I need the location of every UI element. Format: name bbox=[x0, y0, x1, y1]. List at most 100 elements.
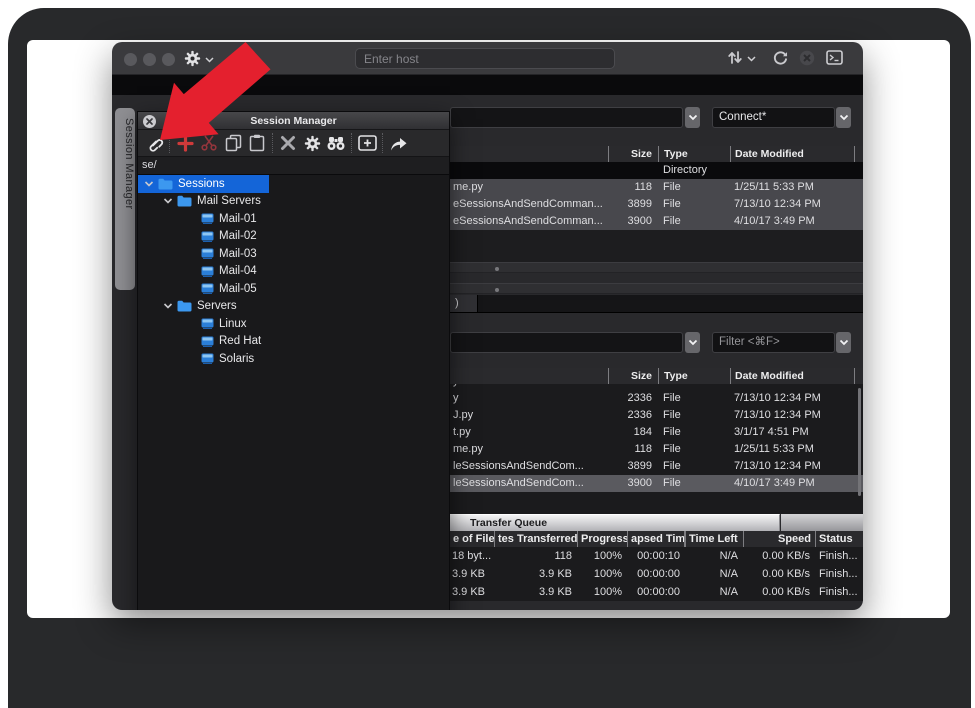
column-header-row[interactable]: SizeTypeDate Modified bbox=[450, 146, 863, 162]
transfer-row[interactable]: 3.9 KB3.9 KB100%00:00:00N/A0.00 KB/sFini… bbox=[450, 583, 863, 601]
file-row[interactable]: J.py2336File7/13/10 12:34 PM bbox=[450, 407, 863, 424]
chevron-expanded-icon[interactable] bbox=[163, 196, 173, 206]
session-tree-item-mail-03[interactable]: Mail-03 bbox=[138, 245, 449, 263]
session-tree-label: Mail-05 bbox=[219, 283, 257, 295]
cell: 4/10/17 3:49 PM bbox=[730, 475, 855, 492]
toolbar-delete-x-button[interactable] bbox=[276, 132, 300, 154]
toolbar-properties-gear-button[interactable] bbox=[300, 132, 324, 154]
file-row[interactable]: Directory bbox=[450, 162, 863, 179]
session-tree-item-linux[interactable]: Linux bbox=[138, 315, 449, 333]
column-header-row[interactable]: e of Filetes TransferredProgressapsed Ti… bbox=[450, 531, 863, 547]
session-tree-item-mail-02[interactable]: Mail-02 bbox=[138, 228, 449, 246]
traffic-light-minimize[interactable] bbox=[143, 53, 156, 66]
cell: N/A bbox=[685, 583, 743, 601]
local-path-input[interactable] bbox=[450, 332, 683, 353]
folder-icon bbox=[177, 195, 192, 207]
toolbar-connect-link-button[interactable] bbox=[142, 132, 166, 154]
file-row[interactable]: t.py184File3/1/17 4:51 PM bbox=[450, 424, 863, 441]
local-path-dropdown-button[interactable] bbox=[685, 332, 700, 353]
splitter-handle[interactable] bbox=[450, 283, 863, 294]
connect-dropdown-button[interactable] bbox=[836, 107, 851, 128]
cell: Finish... bbox=[815, 583, 863, 601]
transfer-button[interactable] bbox=[727, 50, 756, 68]
disconnect-button[interactable] bbox=[799, 50, 815, 69]
cell: eSessionsAndSendComman... bbox=[450, 213, 608, 230]
device-screen: Connect* SizeTypeDate Modified Directory… bbox=[27, 40, 950, 618]
toolbar-new-folder-button[interactable] bbox=[355, 132, 379, 154]
session-tree-item-red-hat[interactable]: Red Hat bbox=[138, 333, 449, 351]
cell: 3899 bbox=[608, 458, 658, 475]
transfer-queue-tab[interactable]: Transfer Queue bbox=[450, 514, 780, 531]
refresh-button[interactable] bbox=[772, 50, 789, 70]
cell: Speed bbox=[743, 531, 815, 547]
cell: 100% bbox=[577, 547, 627, 565]
session-filter-input[interactable]: se/ bbox=[138, 157, 449, 175]
terminal-icon bbox=[826, 50, 843, 68]
session-tree-item-servers[interactable]: Servers bbox=[138, 298, 449, 316]
toolbar-find-binoculars-button[interactable] bbox=[324, 132, 348, 154]
cell: Size bbox=[608, 368, 658, 384]
session-icon bbox=[201, 283, 214, 294]
filter-dropdown-button[interactable] bbox=[836, 332, 851, 353]
transfer-row[interactable]: 18 byt...118100%00:00:10N/A0.00 KB/sFini… bbox=[450, 547, 863, 565]
file-row[interactable]: y2336File7/13/10 12:34 PM bbox=[450, 390, 863, 407]
cell: 100% bbox=[577, 565, 627, 583]
file-row[interactable]: eSessionsAndSendComman...3900File4/10/17… bbox=[450, 213, 863, 230]
session-icon bbox=[201, 231, 214, 242]
session-tree-item-mail-01[interactable]: Mail-01 bbox=[138, 210, 449, 228]
file-browser-pane: Connect* SizeTypeDate Modified Directory… bbox=[450, 75, 863, 610]
cell: 3/1/17 4:51 PM bbox=[730, 424, 855, 441]
transfer-arrows-icon bbox=[727, 50, 743, 68]
remote-address-dropdown-button[interactable] bbox=[685, 107, 700, 128]
column-header-row[interactable]: SizeTypeDate Modified bbox=[450, 368, 863, 384]
cell: eSessionsAndSendComman... bbox=[450, 196, 608, 213]
file-row[interactable]: leSessionsAndSendCom...3900File4/10/17 3… bbox=[450, 475, 863, 492]
vertical-scrollbar[interactable] bbox=[858, 388, 861, 496]
chevron-down-icon bbox=[205, 57, 214, 63]
chevron-expanded-icon[interactable] bbox=[144, 179, 154, 189]
toolbar-new-plus-button[interactable] bbox=[173, 132, 197, 154]
toolbar-paste-clipboard-button[interactable] bbox=[245, 132, 269, 154]
cell: 7/13/10 12:34 PM bbox=[730, 407, 855, 424]
transfer-row[interactable]: 3.9 KB3.9 KB100%00:00:00N/A0.00 KB/sFini… bbox=[450, 565, 863, 583]
file-row[interactable]: me.py118File1/25/11 5:33 PM bbox=[450, 441, 863, 458]
session-tree-label: Mail Servers bbox=[197, 195, 261, 207]
session-tree-item-solaris[interactable]: Solaris bbox=[138, 350, 449, 368]
chevron-expanded-icon[interactable] bbox=[163, 301, 173, 311]
cell: File bbox=[658, 441, 730, 458]
session-tree-item-mail-servers[interactable]: Mail Servers bbox=[138, 193, 449, 211]
toolbar-divider bbox=[169, 133, 170, 153]
session-manager-side-tab[interactable]: Session Manager bbox=[115, 108, 135, 290]
file-row[interactable]: eSessionsAndSendComman...3899File7/13/10… bbox=[450, 196, 863, 213]
connect-dropdown[interactable]: Connect* bbox=[712, 107, 835, 128]
splitter-handle[interactable] bbox=[450, 262, 863, 273]
filter-dropdown[interactable]: Filter <⌘F> bbox=[712, 332, 835, 353]
session-tree-item-mail-05[interactable]: Mail-05 bbox=[138, 280, 449, 298]
cell: y bbox=[450, 390, 608, 407]
toolbar-copy-pages-button[interactable] bbox=[221, 132, 245, 154]
traffic-light-close[interactable] bbox=[124, 53, 137, 66]
cell: Size bbox=[608, 146, 658, 162]
cell: leSessionsAndSendCom... bbox=[450, 458, 608, 475]
toolbar-divider bbox=[351, 133, 352, 153]
toolbar-cut-scissors-button[interactable] bbox=[197, 132, 221, 154]
local-tab[interactable]: ) bbox=[450, 295, 478, 312]
cell: 4/10/17 3:49 PM bbox=[730, 213, 855, 230]
session-tree-label: Sessions bbox=[178, 178, 225, 190]
close-panel-button[interactable] bbox=[143, 115, 156, 128]
local-tabbar: ) bbox=[450, 295, 863, 313]
remote-address-input[interactable] bbox=[450, 107, 683, 128]
local-shell-button[interactable] bbox=[826, 50, 843, 68]
app-menu-button[interactable] bbox=[184, 50, 214, 70]
file-row[interactable]: leSessionsAndSendCom...3899File7/13/10 1… bbox=[450, 458, 863, 475]
session-tree-item-sessions[interactable]: Sessions bbox=[138, 175, 269, 193]
cell: 00:00:10 bbox=[627, 547, 685, 565]
cell: 184 bbox=[608, 424, 658, 441]
toolbar-share-arrow-button[interactable] bbox=[386, 132, 410, 154]
host-input[interactable] bbox=[355, 48, 615, 69]
cell: me.py bbox=[450, 441, 608, 458]
file-row[interactable]: me.py118File1/25/11 5:33 PM bbox=[450, 179, 863, 196]
session-tree-item-mail-04[interactable]: Mail-04 bbox=[138, 263, 449, 281]
traffic-light-zoom[interactable] bbox=[162, 53, 175, 66]
cell: 3900 bbox=[608, 475, 658, 492]
